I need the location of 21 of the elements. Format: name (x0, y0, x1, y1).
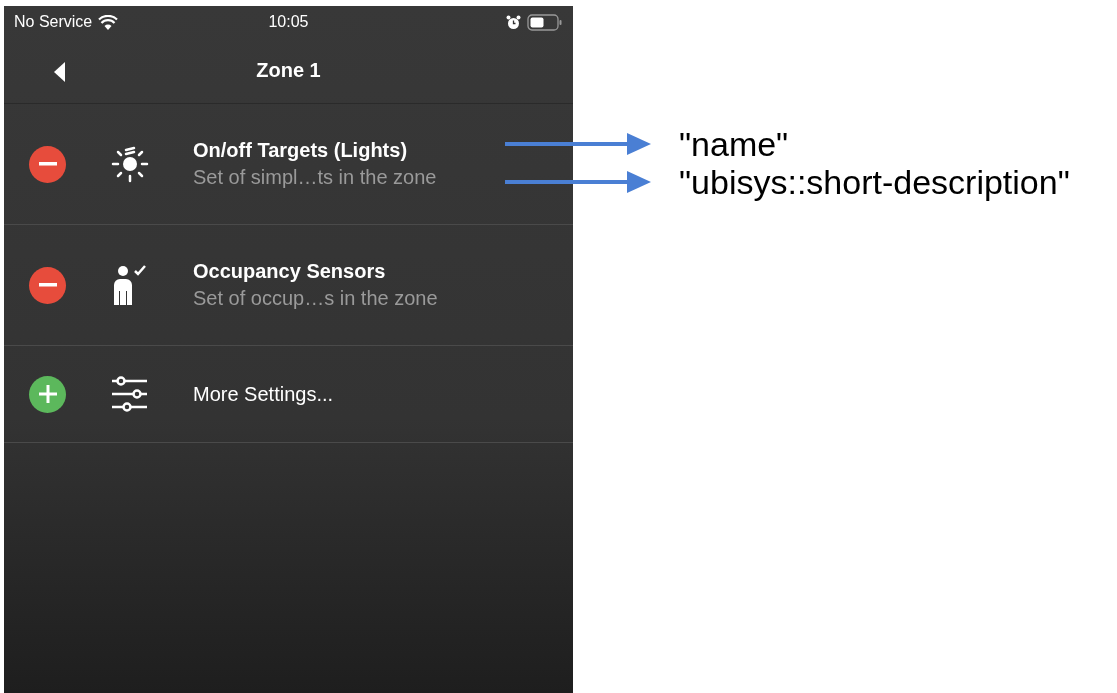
minus-icon (38, 162, 57, 166)
add-button[interactable] (29, 375, 66, 413)
row-description: Set of simpl…ts in the zone (193, 166, 437, 189)
row-title[interactable]: On/off Targets (Lights) (193, 139, 437, 162)
plus-icon (38, 385, 57, 403)
wifi-icon (98, 14, 119, 30)
remove-button[interactable] (29, 266, 66, 304)
nav-title: Zone 1 (256, 59, 321, 82)
annotation-label: "ubisys::short-description" (679, 162, 1070, 202)
battery-icon (527, 13, 563, 31)
minus-icon (38, 283, 57, 287)
sliders-icon (111, 376, 149, 412)
status-time: 10:05 (268, 13, 309, 30)
carrier-label: No Service (14, 13, 93, 31)
back-button[interactable] (54, 62, 66, 85)
annotation-label: "name" (679, 124, 789, 164)
row-title[interactable]: More Settings... (193, 382, 334, 406)
alarm-clock-icon (506, 14, 521, 30)
remove-button[interactable] (29, 145, 66, 183)
row-title[interactable]: Occupancy Sensors (193, 260, 438, 283)
row-description: Set of occup…s in the zone (193, 287, 438, 310)
